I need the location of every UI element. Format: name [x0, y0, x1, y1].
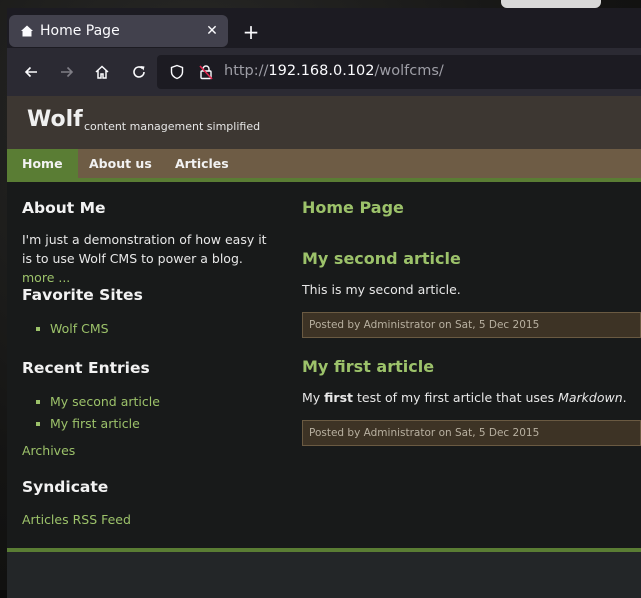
reload-icon[interactable]	[129, 62, 149, 82]
article-body-bold: first	[324, 390, 354, 405]
article-body-text: .	[622, 390, 627, 405]
address-bar[interactable]: http://192.168.0.102/wolfcms/	[157, 55, 641, 89]
recent-list: My second article My first article	[36, 391, 160, 435]
article-body: This is my second article.	[302, 282, 461, 297]
tab-bar: Home Page ✕ +	[7, 8, 641, 48]
menu-item-articles[interactable]: Articles	[175, 149, 229, 178]
browser-window: Home Page ✕ + http://192.168.0.102/wolfc…	[7, 8, 641, 598]
about-heading: About Me	[22, 199, 106, 217]
url-path: /wolfcms/	[374, 63, 444, 79]
about-text: I'm just a demonstration of how easy it …	[22, 230, 277, 287]
menu-item-about-us[interactable]: About us	[89, 149, 152, 178]
url-text[interactable]: http://192.168.0.102/wolfcms/	[224, 63, 444, 79]
list-item[interactable]: My first article	[36, 413, 160, 435]
bullet-icon	[36, 400, 40, 404]
close-tab-icon[interactable]: ✕	[200, 23, 224, 39]
shield-icon[interactable]	[169, 64, 185, 84]
forward-arrow-icon[interactable]	[57, 62, 77, 82]
page-title: Home Page	[302, 198, 404, 217]
home-icon[interactable]	[92, 62, 112, 82]
tab-title: Home Page	[40, 23, 120, 39]
desktop-decoration	[501, 0, 601, 8]
list-item[interactable]: My second article	[36, 391, 160, 413]
back-arrow-icon[interactable]	[21, 62, 41, 82]
list-item[interactable]: Wolf CMS	[36, 318, 109, 340]
site-slogan: content management simplified	[84, 120, 261, 133]
site-name[interactable]: Wolf	[27, 107, 83, 132]
about-text-body: I'm just a demonstration of how easy it …	[22, 232, 267, 266]
new-tab-icon[interactable]: +	[240, 21, 262, 43]
insecure-lock-icon[interactable]	[198, 64, 214, 84]
rss-feed-link[interactable]: Articles RSS Feed	[22, 512, 131, 527]
bullet-icon	[36, 327, 40, 331]
bullet-icon	[36, 422, 40, 426]
url-host: 192.168.0.102	[268, 63, 375, 79]
article-title[interactable]: My first article	[302, 357, 434, 376]
recent-link-label: My first article	[50, 416, 140, 431]
web-page: Wolf content management simplified Home …	[7, 96, 641, 598]
article-body: My first test of my first article that u…	[302, 390, 627, 405]
recent-heading: Recent Entries	[22, 359, 150, 377]
navigation-toolbar: http://192.168.0.102/wolfcms/	[7, 48, 641, 96]
favorite-link-label: Wolf CMS	[50, 321, 109, 336]
about-more-link[interactable]: more ...	[22, 270, 70, 285]
article-title[interactable]: My second article	[302, 249, 461, 268]
article-body-text: My	[302, 390, 325, 405]
article-meta: Posted by Administrator on Sat, 5 Dec 20…	[302, 312, 641, 338]
article-body-text: test of my first article that uses	[353, 390, 559, 405]
favorites-heading: Favorite Sites	[22, 286, 143, 304]
favorites-list: Wolf CMS	[36, 318, 109, 340]
article-body-emphasis: Markdown	[558, 390, 623, 405]
tab-home-page[interactable]: Home Page ✕	[9, 15, 228, 47]
main-menu: Home About us Articles	[7, 149, 641, 182]
home-favicon-icon	[20, 24, 34, 38]
page-footer	[7, 552, 641, 598]
syndicate-heading: Syndicate	[22, 478, 109, 496]
archives-link[interactable]: Archives	[22, 443, 75, 458]
site-header: Wolf content management simplified	[7, 96, 641, 149]
article-meta: Posted by Administrator on Sat, 5 Dec 20…	[302, 420, 641, 446]
url-scheme: http://	[224, 63, 269, 79]
recent-link-label: My second article	[50, 394, 160, 409]
menu-item-home[interactable]: Home	[7, 149, 78, 178]
